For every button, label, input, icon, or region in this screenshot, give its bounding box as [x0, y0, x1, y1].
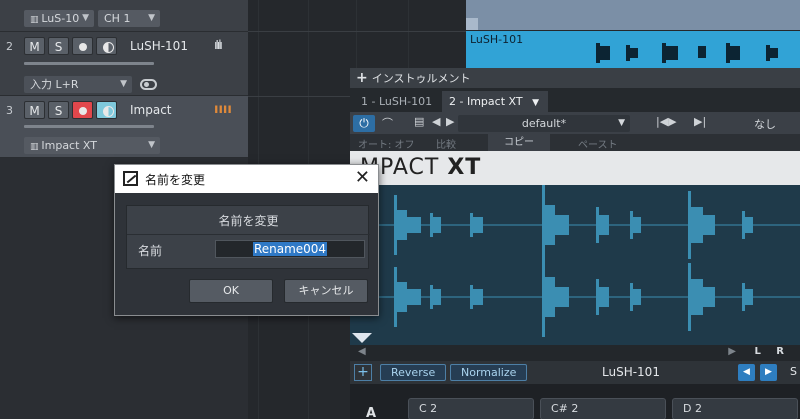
truncated-label: S	[790, 365, 797, 378]
previous-sample-icon[interactable]: ◀	[738, 364, 755, 381]
dialog-body: 名前を変更 名前 Rename004 OK キャンセル	[115, 193, 378, 315]
chevron-down-icon: ▼	[618, 118, 625, 128]
track-name[interactable]: LuSH-101	[130, 39, 188, 53]
input-routing-select[interactable]: 入力 L+R ▼	[24, 76, 132, 93]
rename-icon	[123, 171, 138, 186]
next-sample-icon[interactable]: ▶	[760, 364, 777, 381]
add-sample-icon[interactable]: +	[354, 364, 372, 381]
chevron-down-icon: ▼	[120, 79, 127, 89]
compare-button[interactable]: 比較	[436, 136, 456, 151]
auto-label[interactable]: オート: オフ	[358, 136, 415, 151]
compare-toolbar: オート: オフ 比較 コピー ペースト	[350, 134, 800, 151]
waveform	[350, 185, 800, 343]
preset-select[interactable]: default* ▼	[458, 115, 630, 132]
next-preset-icon[interactable]: ▶	[446, 115, 454, 128]
divider	[127, 234, 370, 235]
group-title: 名前を変更	[218, 214, 279, 228]
pad-c2[interactable]: C 2	[408, 398, 534, 419]
piano-icon: ▥	[30, 15, 42, 25]
previous-preset-icon[interactable]: ◀	[432, 115, 440, 128]
sample-name: LuSH-101	[602, 365, 660, 379]
mute-button[interactable]: M	[24, 37, 45, 55]
instrument-tabs: 1 - LuSH-101 2 - Impact XT ▼	[350, 88, 800, 112]
track-header-3[interactable]: 3 M S Impact ıııı ▥ Impact XT ▼	[0, 96, 248, 158]
plugin-header: MPACT XT	[350, 151, 800, 185]
normalize-button[interactable]: Normalize	[450, 364, 528, 381]
input-select[interactable]: ▥ LuS-10 ▼	[24, 10, 94, 27]
chevron-down-icon: ▼	[532, 98, 539, 108]
ok-button[interactable]: OK	[189, 279, 273, 303]
name-input-value: Rename004	[252, 242, 328, 256]
instrument-window-titlebar[interactable]: + インストゥルメント	[350, 68, 800, 88]
solo-button[interactable]: S	[48, 37, 69, 55]
dialog-title: 名前を変更	[145, 173, 206, 187]
keyboard-icon: ıııı	[214, 102, 232, 117]
preset-toolbar: ⏻ ⌒ ▤ ◀ ▶ default* ▼ |◀▶ ▶| なし	[350, 112, 800, 134]
sample-toolbar: + Reverse Normalize LuSH-101 ◀ ▶ S	[350, 361, 800, 384]
load-icon[interactable]: |◀▶	[656, 115, 677, 128]
chevron-down-icon: ▼	[148, 140, 155, 150]
monitor-button[interactable]	[96, 101, 117, 119]
mute-button[interactable]: M	[24, 101, 45, 119]
volume-slider[interactable]	[24, 62, 154, 65]
chevron-down-icon: ▼	[148, 13, 155, 23]
headphones-icon[interactable]: ⌒	[382, 115, 393, 131]
monitor-button[interactable]	[96, 37, 117, 55]
pad-cs2[interactable]: C# 2	[540, 398, 666, 419]
tab-lush-101[interactable]: 1 - LuSH-101	[354, 91, 439, 112]
preset-list-icon[interactable]: ▤	[414, 115, 424, 128]
track-number: 2	[6, 40, 13, 53]
channel-select[interactable]: CH 1 ▼	[98, 10, 160, 27]
store-icon[interactable]: ▶|	[694, 115, 706, 128]
pad-bank: A C 2 C# 2 D 2	[350, 384, 800, 419]
pad-bank-letter[interactable]: A	[366, 406, 376, 419]
chevron-down-icon: ▼	[82, 13, 89, 23]
audio-clip-previous[interactable]	[466, 0, 800, 30]
track-number: 3	[6, 104, 13, 117]
name-input[interactable]: Rename004	[215, 240, 365, 258]
waveform-scrollbar[interactable]: ◀ L R ▶	[350, 345, 800, 361]
piano-icon: ▥	[30, 142, 42, 152]
clip-waveform	[596, 43, 778, 63]
copy-button[interactable]: コピー	[488, 134, 550, 151]
plus-icon[interactable]: +	[356, 70, 368, 86]
channel-lr-label: L R	[754, 346, 790, 357]
instrument-select[interactable]: ▥ Impact XT ▼	[24, 137, 160, 154]
instrument-window-title: インストゥルメント	[371, 72, 471, 85]
track-name[interactable]: Impact	[130, 103, 172, 117]
record-button[interactable]	[72, 37, 93, 55]
sidechain-select[interactable]: なし	[754, 116, 776, 132]
solo-button[interactable]: S	[48, 101, 69, 119]
link-toggle-icon[interactable]	[140, 79, 157, 90]
close-icon[interactable]: ✕	[355, 167, 370, 188]
pad-d2[interactable]: D 2	[672, 398, 798, 419]
instrument-window: + インストゥルメント 1 - LuSH-101 2 - Impact XT ▼ …	[350, 68, 800, 419]
name-label: 名前	[138, 244, 163, 258]
tab-impact-xt[interactable]: 2 - Impact XT ▼	[442, 91, 548, 112]
start-marker-icon[interactable]	[352, 333, 372, 343]
sample-waveform-display[interactable]	[350, 185, 800, 345]
audio-clip[interactable]: LuSH-101	[466, 31, 800, 68]
scroll-right-icon[interactable]: ▶	[728, 346, 736, 357]
track-header-1: ▥ LuS-10 ▼ CH 1 ▼	[0, 0, 248, 32]
record-button[interactable]	[72, 101, 93, 119]
audio-waveform-icon: ıIılı	[214, 38, 223, 52]
power-icon[interactable]: ⏻	[353, 115, 375, 132]
cancel-button[interactable]: キャンセル	[284, 279, 368, 303]
dialog-titlebar[interactable]: 名前を変更 ✕	[115, 165, 378, 193]
track-header-2[interactable]: 2 M S LuSH-101 ıIılı 入力 L+R ▼	[0, 32, 248, 96]
clip-handle[interactable]	[466, 18, 478, 30]
scroll-left-icon[interactable]: ◀	[358, 346, 366, 357]
rename-group: 名前を変更 名前 Rename004	[126, 205, 370, 269]
rename-dialog: 名前を変更 ✕ 名前を変更 名前 Rename004 OK キャンセル	[114, 164, 379, 316]
volume-slider[interactable]	[24, 125, 154, 128]
paste-button[interactable]: ペースト	[578, 136, 618, 151]
reverse-button[interactable]: Reverse	[380, 364, 447, 381]
